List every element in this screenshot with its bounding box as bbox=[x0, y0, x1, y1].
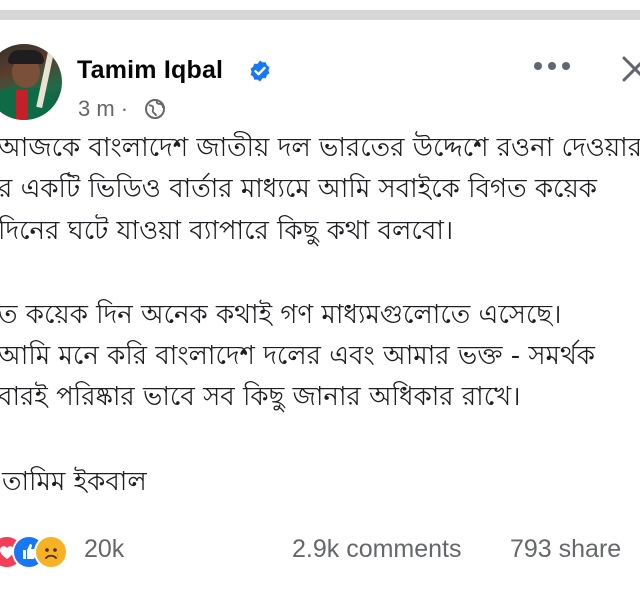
avatar-cap bbox=[8, 50, 44, 64]
comments-count[interactable]: 2.9k comments bbox=[292, 535, 462, 564]
verified-badge-icon bbox=[250, 60, 270, 82]
author-name[interactable]: Tamim Iqbal bbox=[77, 56, 223, 85]
post-text-line-4: ত কয়েক দিন অনেক কথাই গণ মাধ্যমগুলোতে এস… bbox=[0, 300, 562, 330]
post-text-signature: তামিম ইকবাল bbox=[2, 467, 147, 497]
more-options-icon[interactable] bbox=[534, 62, 572, 72]
post-text-line-3: দিনের ঘটে যাওয়া ব্যাপারে কিছু কথা বলবো। bbox=[0, 216, 454, 246]
avatar[interactable] bbox=[0, 44, 62, 120]
avatar-shirt bbox=[0, 88, 56, 120]
reactions-summary[interactable] bbox=[0, 535, 80, 569]
post-text-line-2: র একটি ভিডিও বার্তার মাধ্যমে আমি সবাইকে … bbox=[0, 174, 597, 204]
post-text-line-1: আজকে বাংলাদেশ জাতীয় দল ভারতের উদ্দেশে র… bbox=[0, 133, 640, 163]
close-icon[interactable] bbox=[620, 54, 640, 84]
post-text-line-6: বারই পরিষ্কার ভাবে সব কিছু জানার অধিকার … bbox=[0, 382, 521, 412]
avatar-stripe bbox=[16, 90, 28, 120]
top-divider-bar bbox=[0, 10, 640, 20]
post-time[interactable]: 3 m · bbox=[78, 96, 128, 122]
shares-count[interactable]: 793 share bbox=[510, 535, 621, 564]
reaction-count[interactable]: 20k bbox=[84, 535, 124, 564]
globe-icon bbox=[145, 99, 165, 119]
post-text-line-5: আমি মনে করি বাংলাদেশ দলের এবং আমার ভক্ত … bbox=[0, 341, 596, 371]
sad-reaction-icon bbox=[34, 535, 68, 569]
